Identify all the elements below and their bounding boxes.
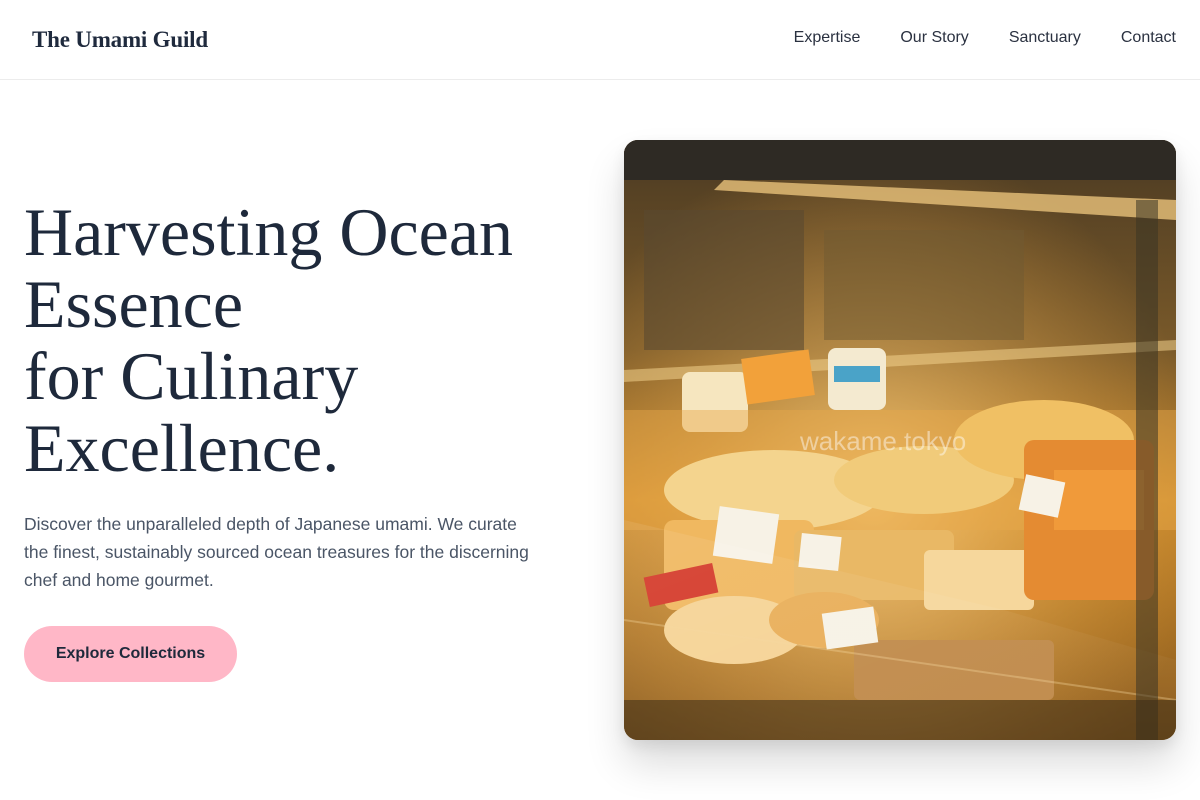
nav-link-our-story[interactable]: Our Story (900, 29, 968, 47)
main-nav: Expertise Our Story Sanctuary Contact (794, 29, 1176, 47)
photo-watermark: wakame.tokyo (799, 426, 966, 456)
hero-title-line: Harvesting Ocean (24, 194, 514, 270)
hero-image: wakame.tokyo (624, 140, 1176, 740)
hero-title-line: Essence (24, 266, 244, 342)
cheese-display-photo: wakame.tokyo (624, 140, 1176, 740)
nav-link-expertise[interactable]: Expertise (794, 29, 861, 47)
explore-collections-button[interactable]: Explore Collections (24, 626, 237, 682)
hero-title-line: for Culinary (24, 338, 359, 414)
hero-description: Discover the unparalleled depth of Japan… (24, 514, 529, 590)
site-header: The Umami Guild Expertise Our Story Sanc… (0, 0, 1200, 80)
hero-title-line: Excellence. (24, 410, 340, 486)
nav-link-sanctuary[interactable]: Sanctuary (1009, 29, 1081, 47)
hero-title: Harvesting Ocean Essence for Culinary Ex… (24, 196, 584, 484)
brand-logo[interactable]: The Umami Guild (32, 27, 208, 53)
nav-link-contact[interactable]: Contact (1121, 29, 1176, 47)
